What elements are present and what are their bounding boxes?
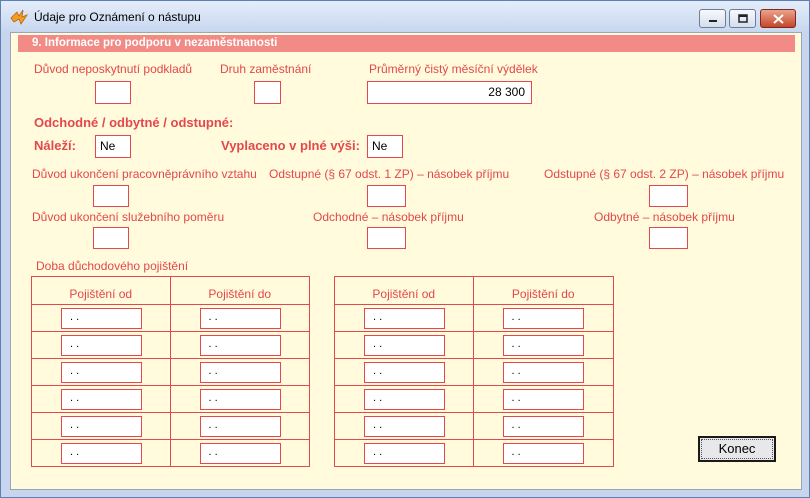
app-logo-icon bbox=[10, 9, 28, 25]
table-row: . . . . bbox=[31, 385, 310, 413]
prumerny-vydelek-label: Průměrný čistý měsíční výdělek bbox=[369, 62, 538, 76]
table-row: . . . . bbox=[334, 304, 614, 332]
table-row: . . . . bbox=[334, 385, 614, 413]
date-from-field[interactable]: . . bbox=[61, 362, 142, 383]
duvod-ukonceni-sluzebni-field[interactable] bbox=[93, 227, 129, 249]
table-row: . . . . bbox=[334, 331, 614, 359]
odstupne-1-label: Odstupné (§ 67 odst. 1 ZP) – násobek pří… bbox=[269, 167, 510, 181]
form-panel: 9. Informace pro podporu v nezaměstnanos… bbox=[10, 32, 802, 490]
date-from-field[interactable]: . . bbox=[61, 308, 142, 329]
duvod-ukonceni-sluzebni-label: Důvod ukončení služebního poměru bbox=[32, 210, 225, 224]
table-row: . . . . bbox=[31, 412, 310, 440]
date-to-field[interactable]: . . bbox=[502, 362, 584, 383]
table-row: . . . . bbox=[31, 304, 310, 332]
date-to-field[interactable]: . . bbox=[502, 416, 584, 437]
date-to-field[interactable]: . . bbox=[199, 443, 281, 464]
odbytne-label: Odbytné – násobek příjmu bbox=[594, 210, 735, 224]
table-row: . . . . bbox=[334, 439, 614, 467]
date-to-field[interactable]: . . bbox=[502, 335, 584, 356]
close-icon bbox=[772, 13, 784, 24]
date-to-field[interactable]: . . bbox=[199, 362, 281, 383]
duvod-ukonceni-pracovni-field[interactable] bbox=[93, 185, 129, 207]
close-button[interactable] bbox=[760, 9, 796, 28]
nalezi-label: Náleží: bbox=[34, 138, 76, 153]
table-row: . . . . bbox=[31, 439, 310, 467]
table-row: . . . . bbox=[334, 358, 614, 386]
konec-button[interactable]: Konec bbox=[698, 436, 776, 462]
section-header: 9. Informace pro podporu v nezaměstnanos… bbox=[18, 35, 795, 52]
odchodne-label: Odchodné – násobek příjmu bbox=[313, 210, 464, 224]
date-to-field[interactable]: . . bbox=[199, 308, 281, 329]
prumerny-vydelek-field[interactable]: 28 300 bbox=[367, 81, 532, 104]
date-from-field[interactable]: . . bbox=[61, 443, 142, 464]
pension-table-right: Pojištění od Pojištění do . . . . . . . … bbox=[334, 276, 614, 467]
date-from-field[interactable]: . . bbox=[364, 335, 445, 356]
table-row: . . . . bbox=[31, 358, 310, 386]
date-to-field[interactable]: . . bbox=[502, 443, 584, 464]
odbytne-field[interactable] bbox=[649, 227, 688, 249]
druh-zamestnani-field[interactable] bbox=[254, 81, 281, 104]
date-from-field[interactable]: . . bbox=[61, 335, 142, 356]
window-title: Údaje pro Oznámení o nástupu bbox=[34, 10, 201, 24]
odstupne-2-field[interactable] bbox=[649, 185, 688, 207]
duvod-neposkytnuti-field[interactable] bbox=[95, 81, 131, 104]
date-from-field[interactable]: . . bbox=[61, 416, 142, 437]
app-window: Údaje pro Oznámení o nástupu 9. Informac… bbox=[0, 0, 810, 498]
date-to-field[interactable]: . . bbox=[199, 335, 281, 356]
column-header-from: Pojištění od bbox=[334, 276, 474, 305]
duvod-ukonceni-pracovni-label: Důvod ukončení pracovněprávního vztahu bbox=[32, 167, 257, 181]
date-to-field[interactable]: . . bbox=[502, 389, 584, 410]
column-header-to: Pojištění do bbox=[472, 276, 614, 305]
date-from-field[interactable]: . . bbox=[364, 443, 445, 464]
vyplaceno-field[interactable]: Ne bbox=[367, 135, 403, 158]
title-bar[interactable]: Údaje pro Oznámení o nástupu bbox=[1, 1, 809, 31]
date-to-field[interactable]: . . bbox=[502, 308, 584, 329]
table-row: . . . . bbox=[334, 412, 614, 440]
maximize-button[interactable] bbox=[729, 9, 756, 28]
minimize-icon bbox=[708, 19, 717, 22]
date-from-field[interactable]: . . bbox=[364, 416, 445, 437]
column-header-to: Pojištění do bbox=[169, 276, 310, 305]
druh-zamestnani-label: Druh zaměstnání bbox=[220, 62, 312, 76]
pension-heading: Doba důchodového pojištění bbox=[36, 259, 189, 273]
severance-heading: Odchodné / odbytné / odstupné: bbox=[34, 115, 234, 130]
date-from-field[interactable]: . . bbox=[364, 362, 445, 383]
nalezi-field[interactable]: Ne bbox=[95, 135, 131, 158]
pension-table-left: Pojištění od Pojištění do . . . . . . . … bbox=[31, 276, 310, 467]
minimize-button[interactable] bbox=[699, 9, 726, 28]
table-row: . . . . bbox=[31, 331, 310, 359]
date-from-field[interactable]: . . bbox=[61, 389, 142, 410]
date-to-field[interactable]: . . bbox=[199, 389, 281, 410]
date-to-field[interactable]: . . bbox=[199, 416, 281, 437]
vyplaceno-label: Vyplaceno v plné výši: bbox=[221, 138, 360, 153]
konec-button-label: Konec bbox=[701, 439, 773, 459]
date-from-field[interactable]: . . bbox=[364, 308, 445, 329]
duvod-neposkytnuti-label: Důvod neposkytnutí podkladů bbox=[34, 62, 193, 76]
odstupne-1-field[interactable] bbox=[367, 185, 406, 207]
maximize-icon bbox=[737, 14, 748, 23]
odchodne-field[interactable] bbox=[367, 227, 406, 249]
date-from-field[interactable]: . . bbox=[364, 389, 445, 410]
column-header-from: Pojištění od bbox=[31, 276, 171, 305]
odstupne-2-label: Odstupné (§ 67 odst. 2 ZP) – násobek pří… bbox=[544, 167, 785, 181]
